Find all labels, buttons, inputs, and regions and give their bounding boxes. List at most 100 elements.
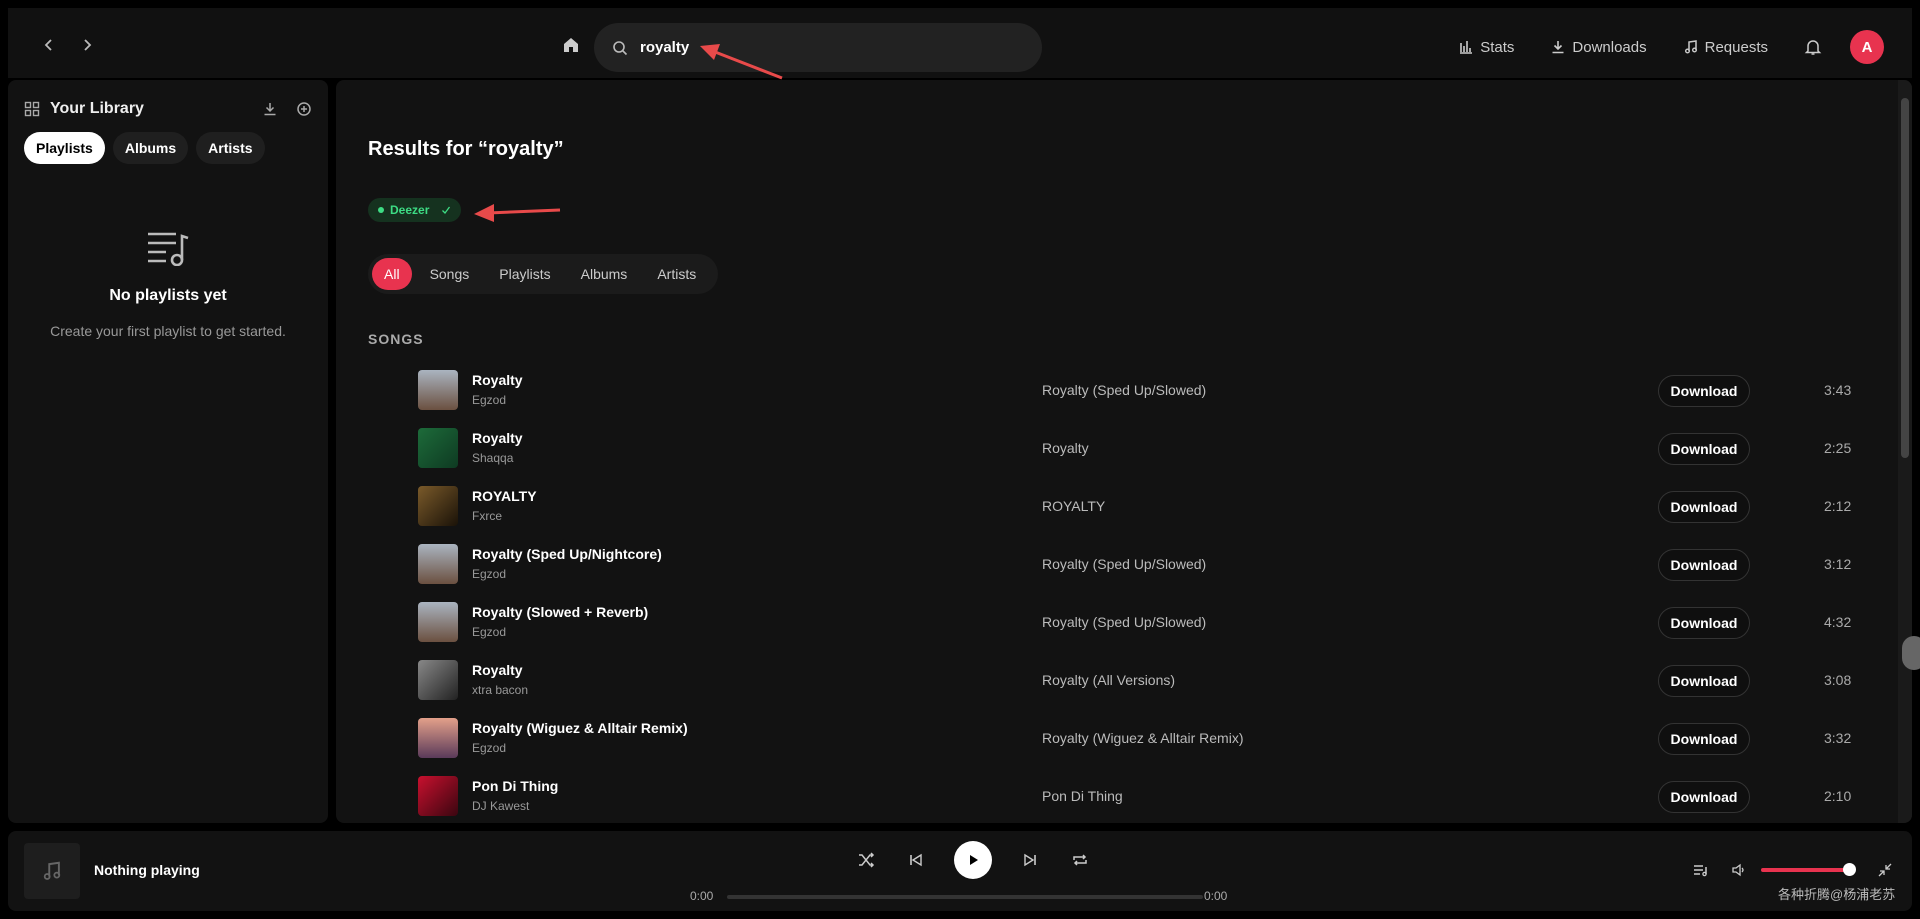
results-scrollbar[interactable] xyxy=(1898,80,1912,823)
song-artist[interactable]: Fxrce xyxy=(472,509,502,523)
song-row[interactable]: Royalty (Sped Up/Nightcore) Egzod Royalt… xyxy=(336,536,1898,594)
song-row[interactable]: Pon Di Thing DJ Kawest Pon Di Thing Down… xyxy=(336,768,1898,823)
result-filters: All Songs Playlists Albums Artists xyxy=(368,254,719,294)
forward-button[interactable] xyxy=(70,28,104,62)
minimize-player-button[interactable] xyxy=(1874,859,1896,881)
filter-albums[interactable]: Albums xyxy=(569,258,640,290)
song-title[interactable]: Royalty xyxy=(472,372,523,388)
status-dot-icon xyxy=(378,207,384,213)
song-artist[interactable]: Egzod xyxy=(472,741,506,755)
song-duration: 3:32 xyxy=(1824,730,1852,746)
library-tab-albums[interactable]: Albums xyxy=(112,132,189,164)
song-album[interactable]: ROYALTY xyxy=(1042,498,1105,514)
add-playlist-icon[interactable] xyxy=(296,101,312,117)
song-duration: 3:43 xyxy=(1824,382,1852,398)
filter-playlists[interactable]: Playlists xyxy=(487,258,562,290)
song-album[interactable]: Pon Di Thing xyxy=(1042,788,1123,804)
back-button[interactable] xyxy=(32,28,66,62)
top-bar: Stats Downloads Requests A xyxy=(0,0,1920,78)
volume-slider[interactable] xyxy=(1761,868,1850,872)
library-title: Your Library xyxy=(50,100,144,117)
queue-button[interactable] xyxy=(1690,859,1712,881)
music-note-icon xyxy=(1684,40,1697,54)
song-album[interactable]: Royalty (All Versions) xyxy=(1042,672,1175,688)
player-bar: Nothing playing 0:00 0:00 xyxy=(8,831,1912,911)
import-download-icon[interactable] xyxy=(262,101,278,117)
library-tab-playlists[interactable]: Playlists xyxy=(24,132,105,164)
scrollbar-thumb[interactable] xyxy=(1901,98,1909,458)
song-title[interactable]: Pon Di Thing xyxy=(472,778,558,794)
search-bar[interactable] xyxy=(594,23,1042,72)
song-album[interactable]: Royalty (Wiguez & Alltair Remix) xyxy=(1042,730,1244,746)
source-badge[interactable]: Deezer xyxy=(368,198,462,222)
previous-button[interactable] xyxy=(904,848,928,872)
filter-all[interactable]: All xyxy=(372,258,412,290)
download-button[interactable]: Download xyxy=(1658,781,1750,813)
album-cover xyxy=(418,428,458,468)
playlist-icon xyxy=(148,232,189,267)
song-title[interactable]: Royalty (Wiguez & Alltair Remix) xyxy=(472,720,688,736)
song-title[interactable]: Royalty (Slowed + Reverb) xyxy=(472,604,648,620)
song-title[interactable]: Royalty xyxy=(472,662,523,678)
volume-icon xyxy=(1732,863,1744,877)
next-button[interactable] xyxy=(1018,848,1042,872)
filter-songs[interactable]: Songs xyxy=(418,258,482,290)
song-artist[interactable]: Shaqqa xyxy=(472,451,513,465)
download-button[interactable]: Download xyxy=(1658,665,1750,697)
requests-link[interactable]: Requests xyxy=(1683,39,1768,56)
songs-section-label: SONGS xyxy=(368,331,424,347)
song-row[interactable]: ROYALTY Fxrce ROYALTY Download 2:12 xyxy=(336,478,1898,536)
progress-bar[interactable] xyxy=(727,895,1203,899)
filter-artists[interactable]: Artists xyxy=(645,258,708,290)
download-button[interactable]: Download xyxy=(1658,375,1750,407)
volume-button[interactable] xyxy=(1728,859,1750,881)
now-playing-art xyxy=(24,843,80,899)
stats-link[interactable]: Stats xyxy=(1458,39,1514,56)
downloads-link[interactable]: Downloads xyxy=(1550,39,1647,56)
elapsed-time: 0:00 xyxy=(690,889,714,903)
song-artist[interactable]: Egzod xyxy=(472,625,506,639)
library-tab-artists[interactable]: Artists xyxy=(196,132,265,164)
volume-slider-handle[interactable] xyxy=(1842,863,1856,876)
library-header: Your Library xyxy=(24,100,312,118)
library-actions xyxy=(262,101,312,117)
song-row[interactable]: Royalty (Slowed + Reverb) Egzod Royalty … xyxy=(336,594,1898,652)
song-artist[interactable]: Egzod xyxy=(472,393,506,407)
song-title[interactable]: Royalty xyxy=(472,430,523,446)
song-duration: 3:12 xyxy=(1824,556,1852,572)
song-row[interactable]: Royalty (Wiguez & Alltair Remix) Egzod R… xyxy=(336,710,1898,768)
song-artist[interactable]: Egzod xyxy=(472,567,506,581)
song-album[interactable]: Royalty (Sped Up/Slowed) xyxy=(1042,556,1206,572)
download-button[interactable]: Download xyxy=(1658,723,1750,755)
repeat-button[interactable] xyxy=(1068,848,1092,872)
song-artist[interactable]: DJ Kawest xyxy=(472,799,529,813)
search-input[interactable] xyxy=(640,39,1000,56)
home-button[interactable] xyxy=(554,28,588,62)
song-title[interactable]: Royalty (Sped Up/Nightcore) xyxy=(472,546,662,562)
notifications-button[interactable] xyxy=(1804,38,1822,56)
song-title[interactable]: ROYALTY xyxy=(472,488,537,504)
song-artist[interactable]: xtra bacon xyxy=(472,683,528,697)
song-row[interactable]: Royalty Shaqqa Royalty Download 2:25 xyxy=(336,420,1898,478)
song-row[interactable]: Royalty Egzod Royalty (Sped Up/Slowed) D… xyxy=(336,362,1898,420)
download-button[interactable]: Download xyxy=(1658,433,1750,465)
music-note-icon xyxy=(43,861,61,880)
download-button[interactable]: Download xyxy=(1658,491,1750,523)
results-title: Results for “royalty” xyxy=(368,138,564,160)
user-avatar[interactable]: A xyxy=(1850,30,1884,64)
song-duration: 2:10 xyxy=(1824,788,1852,804)
play-button[interactable] xyxy=(954,841,992,879)
download-button[interactable]: Download xyxy=(1658,549,1750,581)
playback-controls xyxy=(854,841,1092,879)
song-album[interactable]: Royalty xyxy=(1042,440,1089,456)
floating-avatar[interactable] xyxy=(1902,636,1920,670)
chevron-right-icon xyxy=(84,39,92,51)
song-album[interactable]: Royalty (Sped Up/Slowed) xyxy=(1042,614,1206,630)
song-row[interactable]: Royalty xtra bacon Royalty (All Versions… xyxy=(336,652,1898,710)
watermark-text: 各种折腾@杨浦老苏 xyxy=(1778,887,1896,902)
download-button[interactable]: Download xyxy=(1658,607,1750,639)
shuffle-button[interactable] xyxy=(854,848,878,872)
home-icon xyxy=(564,38,578,52)
song-album[interactable]: Royalty (Sped Up/Slowed) xyxy=(1042,382,1206,398)
collapse-icon xyxy=(1878,863,1892,877)
